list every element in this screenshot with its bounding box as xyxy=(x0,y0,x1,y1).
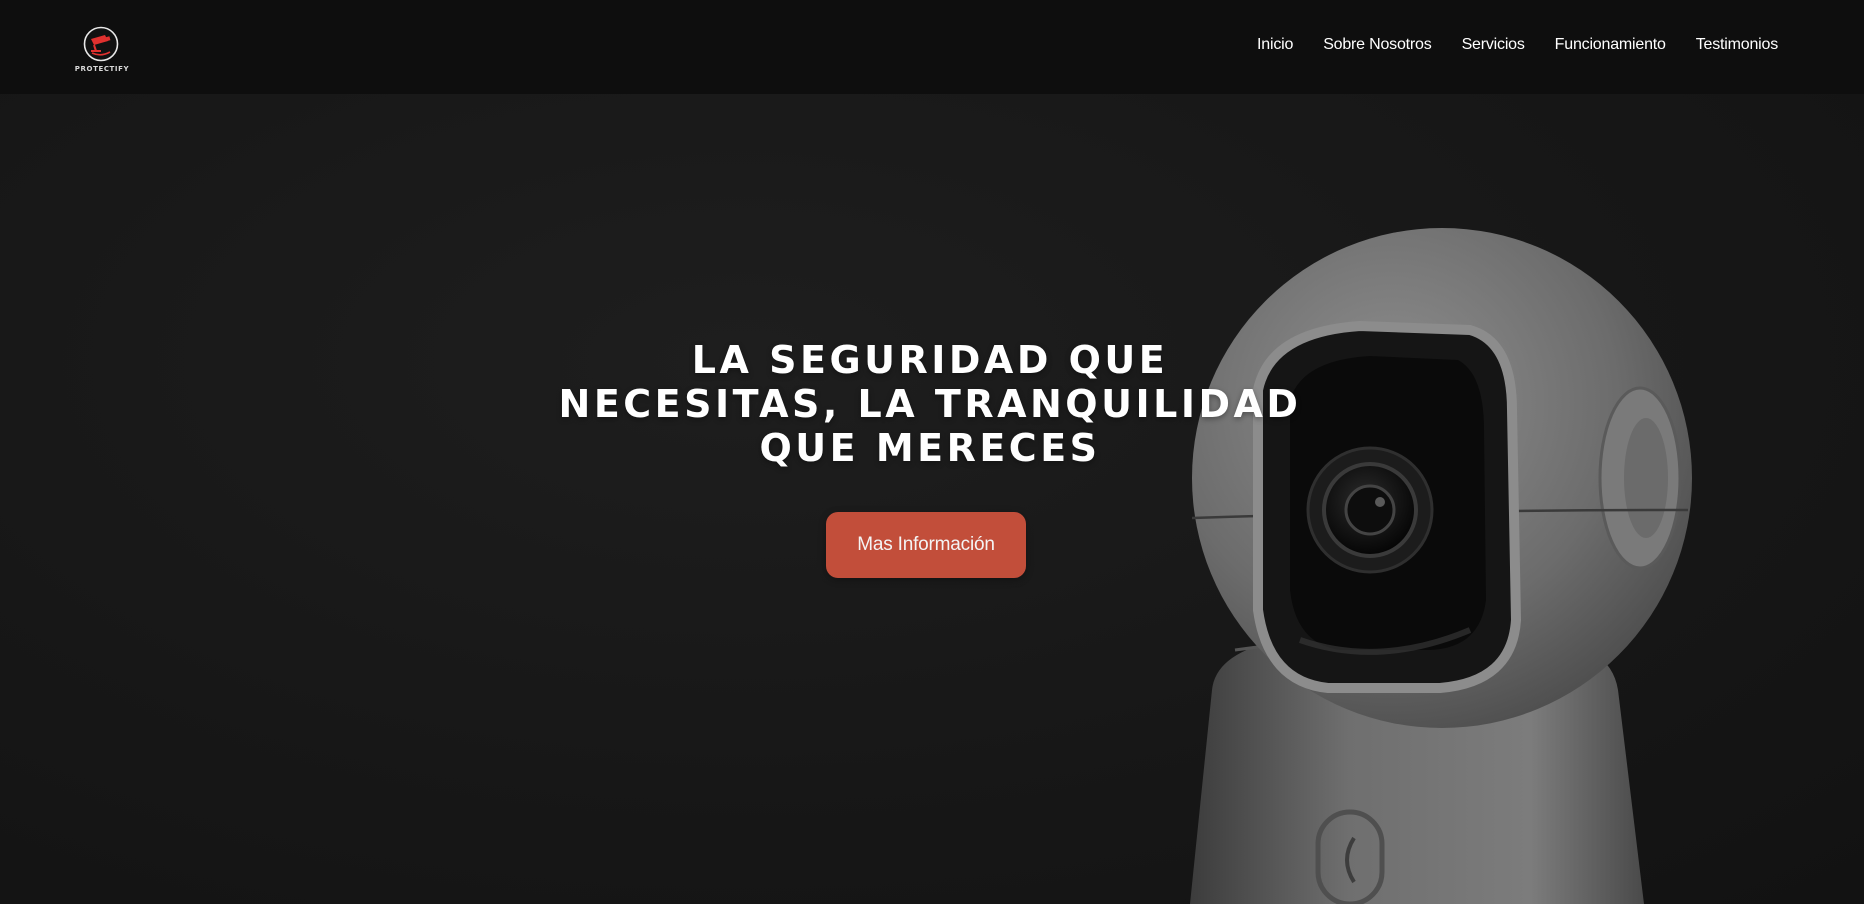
nav-item-funcionamiento: Funcionamiento xyxy=(1555,36,1666,54)
nav-item-testimonios: Testimonios xyxy=(1696,36,1778,54)
hero-camera-image xyxy=(1190,228,1692,904)
security-camera-icon xyxy=(83,26,119,62)
hero-section: LA SEGURIDAD QUE NECESITAS, LA TRANQUILI… xyxy=(500,338,1360,470)
hero-title-line-2: NECESITAS, LA TRANQUILIDAD xyxy=(558,382,1302,426)
hero-title: LA SEGURIDAD QUE NECESITAS, LA TRANQUILI… xyxy=(500,338,1360,470)
main-nav: Inicio Sobre Nosotros Servicios Funciona… xyxy=(1257,36,1778,54)
nav-link-sobre-nosotros[interactable]: Sobre Nosotros xyxy=(1323,36,1432,54)
mas-informacion-button[interactable]: Mas Información xyxy=(826,512,1026,578)
brand-name: PROTECTIFY xyxy=(74,65,130,73)
hero-title-line-1: LA SEGURIDAD QUE xyxy=(691,338,1169,382)
hero-title-line-3: QUE MERECES xyxy=(759,426,1101,470)
nav-link-testimonios[interactable]: Testimonios xyxy=(1696,36,1778,54)
nav-link-funcionamiento[interactable]: Funcionamiento xyxy=(1555,36,1666,54)
navbar: PROTECTIFY Inicio Sobre Nosotros Servici… xyxy=(0,0,1864,94)
nav-item-inicio: Inicio xyxy=(1257,36,1293,54)
nav-item-servicios: Servicios xyxy=(1462,36,1525,54)
page: PROTECTIFY Inicio Sobre Nosotros Servici… xyxy=(0,0,1864,904)
nav-link-servicios[interactable]: Servicios xyxy=(1462,36,1525,54)
nav-link-inicio[interactable]: Inicio xyxy=(1257,36,1293,54)
brand-logo[interactable]: PROTECTIFY xyxy=(74,26,130,76)
nav-item-sobre-nosotros: Sobre Nosotros xyxy=(1323,36,1432,54)
